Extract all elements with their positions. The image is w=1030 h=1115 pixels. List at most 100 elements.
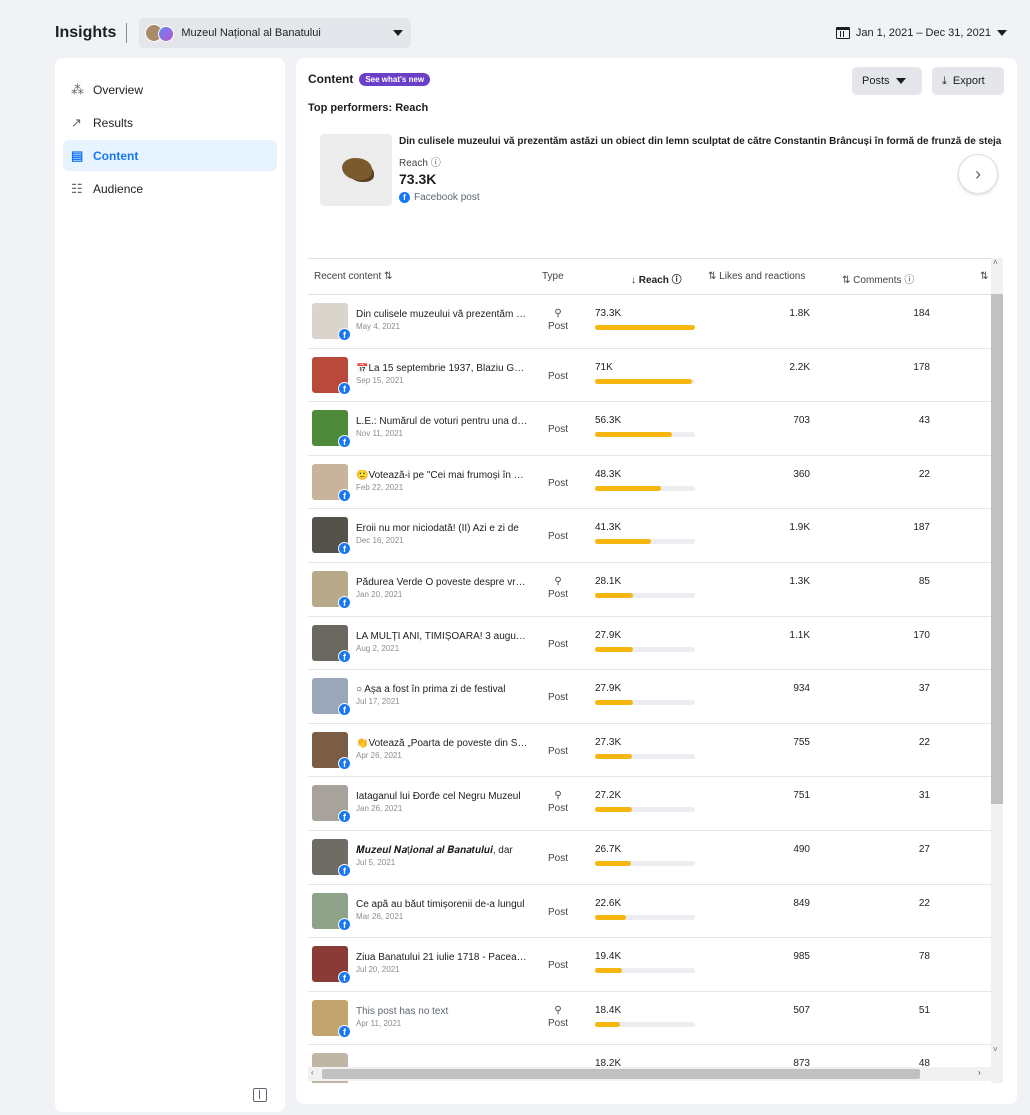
likes-value: 1.9K bbox=[789, 522, 810, 534]
table-row[interactable]: f This post has no text Apr 11, 2021 ⚲ Post 1… bbox=[308, 992, 991, 1046]
comments-value: 22 bbox=[918, 468, 930, 480]
scroll-left-icon[interactable]: ‹ bbox=[311, 1068, 314, 1077]
post-text[interactable]: Ce apă au băut timișorenii de-a lungul bbox=[356, 899, 528, 910]
table-row[interactable]: f 𝑴𝒖𝒛𝒆𝒖𝒍 𝑵𝒂ț𝒊𝒐𝒏𝒂𝒍 𝒂𝒍 𝑩𝒂𝒏𝒂𝒕𝒖𝒍𝒖𝒊, dar Jul 5,… bbox=[308, 831, 991, 885]
reach-bar bbox=[595, 646, 695, 652]
reach-bar bbox=[595, 914, 695, 920]
table-row[interactable]: f L.E.: Numărul de voturi pentru una dint… bbox=[308, 402, 991, 456]
sidebar-item-label: Content bbox=[93, 148, 139, 163]
reach-value: 41.3K bbox=[595, 522, 622, 534]
post-date: Dec 16, 2021 bbox=[356, 536, 404, 546]
likes-value: 1.3K bbox=[789, 575, 810, 587]
chevron-right-icon: › bbox=[975, 163, 981, 184]
top-performer-card[interactable]: Din culisele muzeului vă prezentăm astăz… bbox=[320, 134, 1017, 234]
sort-icon[interactable]: ⇅ bbox=[980, 271, 988, 282]
scroll-right-icon[interactable]: › bbox=[978, 1068, 981, 1077]
reach-bar-fill bbox=[595, 807, 632, 813]
post-text[interactable]: Pădurea Verde O poveste despre vremuri bbox=[356, 577, 528, 588]
column-reach[interactable]: ↓ Reach ⓘ bbox=[631, 271, 682, 286]
boost-icon: ⚲ bbox=[554, 1004, 562, 1016]
likes-value: 985 bbox=[793, 951, 810, 963]
reach-bar-fill bbox=[595, 860, 631, 866]
reach-value: 27.3K bbox=[595, 736, 622, 748]
vertical-scrollbar[interactable]: ˄ ˅ bbox=[991, 258, 1003, 1083]
table-row[interactable]: f Iataganul lui Đorđe cel Negru Muzeul Jan… bbox=[308, 777, 991, 831]
comments-value: 22 bbox=[918, 736, 930, 748]
post-text[interactable]: Iataganul lui Đorđe cel Negru Muzeul bbox=[356, 791, 528, 802]
export-button[interactable]: ⤓ Export bbox=[932, 67, 1004, 95]
post-date: Jul 20, 2021 bbox=[356, 965, 400, 975]
reach-bar-fill bbox=[595, 378, 692, 384]
table-row[interactable]: f 🙂Votează-i pe "Cei mai frumoși în strai… bbox=[308, 456, 991, 510]
column-likes[interactable]: ⇅ Likes and reactions bbox=[708, 271, 805, 282]
column-comments[interactable]: ⇅ Comments ⓘ bbox=[842, 271, 914, 286]
post-text[interactable]: 𝑴𝒖𝒛𝒆𝒖𝒍 𝑵𝒂ț𝒊𝒐𝒏𝒂𝒍 𝒂𝒍 𝑩𝒂𝒏𝒂𝒕𝒖𝒍𝒖𝒊, dar bbox=[356, 845, 528, 856]
results-icon: ↗ bbox=[71, 114, 82, 130]
reach-bar-fill bbox=[595, 1021, 620, 1027]
post-type: Post bbox=[547, 638, 568, 650]
divider bbox=[126, 23, 128, 43]
comments-value: 27 bbox=[918, 843, 930, 855]
post-text[interactable]: 👏Votează „Poarta de poveste din Sânmihai… bbox=[356, 738, 528, 749]
download-icon: ⤓ bbox=[942, 74, 947, 87]
whats-new-badge[interactable]: See what's new bbox=[359, 72, 431, 86]
table-row[interactable]: f LA MULȚI ANI, TIMIȘOARA! 3 august 1716A… bbox=[308, 617, 991, 671]
page-title: Content bbox=[308, 72, 354, 86]
column-type[interactable]: Type bbox=[542, 271, 564, 282]
likes-value: 360 bbox=[793, 468, 810, 480]
table-row[interactable]: f Ziua Banatului 21 iulie 1718 - Pacea de… bbox=[308, 938, 991, 992]
horizontal-scrollbar[interactable]: ‹ › bbox=[308, 1067, 991, 1081]
post-text[interactable]: Eroii nu mor niciodată! (II) Azi e zi de bbox=[356, 523, 528, 534]
facebook-icon: f bbox=[338, 488, 351, 502]
app-title: Insights bbox=[55, 24, 117, 41]
next-arrow-button[interactable]: › bbox=[958, 154, 998, 194]
page-selector[interactable]: Muzeul Național al Banatului bbox=[139, 18, 412, 48]
table-row[interactable]: f Pădurea Verde O poveste despre vremuri J… bbox=[308, 563, 991, 617]
reach-value: 71K bbox=[595, 361, 613, 373]
scroll-down-icon[interactable]: ˅ bbox=[993, 1045, 998, 1054]
table-row[interactable]: f 👏Votează „Poarta de poveste din Sânmiha… bbox=[308, 724, 991, 778]
table-row[interactable]: f Din culisele muzeului vă prezentăm astă… bbox=[308, 295, 991, 349]
posts-dropdown[interactable]: Posts bbox=[852, 67, 922, 95]
post-text[interactable]: ○ Așa a fost în prima zi de festival bbox=[356, 684, 528, 695]
post-text[interactable]: 🙂Votează-i pe "Cei mai frumoși în straie bbox=[356, 470, 528, 481]
post-thumbnail bbox=[320, 134, 392, 206]
page-name: Muzeul Național al Banatului bbox=[181, 27, 321, 39]
column-recent-content[interactable]: Recent content ⇅ bbox=[314, 271, 392, 282]
table-row[interactable]: f Ce apă au băut timișorenii de-a lungul M… bbox=[308, 885, 991, 939]
comments-value: 184 bbox=[913, 308, 930, 319]
reach-bar bbox=[595, 592, 695, 598]
sidebar-item-audience[interactable]: ☷ Audience bbox=[63, 173, 277, 204]
post-type: Post bbox=[547, 692, 568, 704]
post-text[interactable]: Din culisele muzeului vă prezentăm astăz… bbox=[356, 309, 528, 320]
date-range-picker[interactable]: Jan 1, 2021 – Dec 31, 2021 bbox=[835, 18, 1007, 48]
reach-value: 28.1K bbox=[595, 575, 622, 587]
comments-value: 31 bbox=[918, 790, 930, 802]
collapse-sidebar-icon[interactable] bbox=[253, 1088, 267, 1102]
facebook-icon: f bbox=[338, 756, 351, 770]
scrollbar-thumb[interactable] bbox=[991, 294, 1003, 804]
reach-value: 26.7K bbox=[595, 843, 622, 855]
post-text[interactable]: This post has no text bbox=[356, 1006, 528, 1017]
scroll-up-icon[interactable]: ˄ bbox=[993, 258, 998, 267]
post-text[interactable]: 📅La 15 septembrie 1937, Blaziu Gurgu bbox=[356, 363, 528, 374]
post-text[interactable]: L.E.: Numărul de voturi pentru una dintr… bbox=[356, 416, 528, 427]
table-row[interactable]: f 📅La 15 septembrie 1937, Blaziu Gurgu Sep… bbox=[308, 349, 991, 403]
sidebar-item-content[interactable]: ▤ Content bbox=[63, 140, 277, 171]
info-icon: ⓘ bbox=[671, 275, 682, 286]
facebook-icon: f bbox=[338, 435, 351, 449]
scrollbar-thumb[interactable] bbox=[322, 1069, 920, 1079]
likes-value: 755 bbox=[793, 736, 810, 748]
reach-value: 18.4K bbox=[595, 1004, 622, 1016]
post-text[interactable]: Ziua Banatului 21 iulie 1718 - Pacea de bbox=[356, 952, 528, 963]
table-row[interactable]: f Eroii nu mor niciodată! (II) Azi e zi d… bbox=[308, 509, 991, 563]
reach-bar-fill bbox=[595, 646, 633, 652]
sidebar-item-results[interactable]: ↗ Results bbox=[63, 107, 277, 138]
reach-bar bbox=[595, 807, 695, 813]
reach-bar bbox=[595, 485, 695, 491]
reach-value: 27.2K bbox=[595, 790, 622, 802]
post-text[interactable]: LA MULȚI ANI, TIMIȘOARA! 3 august 1716 bbox=[356, 631, 528, 642]
comments-value: 43 bbox=[918, 415, 930, 427]
table-row[interactable]: f ○ Așa a fost în prima zi de festival Jul… bbox=[308, 670, 991, 724]
sidebar-item-overview[interactable]: ⁂ Overview bbox=[63, 74, 277, 105]
